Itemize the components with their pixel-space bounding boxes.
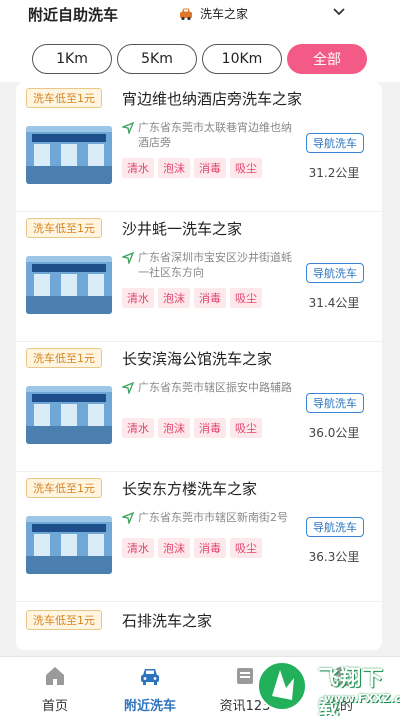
top-header: 附近自助洗车 洗车之家 bbox=[0, 0, 400, 30]
station-name: 石排洗车之家 bbox=[122, 612, 213, 630]
station-address-text: 广东省东莞市辖区振安中路辅路 bbox=[138, 381, 292, 394]
station-photo bbox=[26, 256, 112, 314]
station-photo bbox=[26, 386, 112, 444]
service-tag: 消毒 bbox=[194, 418, 226, 438]
service-tags: 清水 泡沫 消毒 吸尘 bbox=[122, 288, 262, 308]
service-tag: 消毒 bbox=[194, 158, 226, 178]
service-tag: 吸尘 bbox=[230, 538, 262, 558]
navigate-wash-button[interactable]: 导航洗车 bbox=[306, 133, 364, 153]
station-item[interactable]: 洗车低至1元 沙井蚝一洗车之家 广东省深圳市宝安区沙井街道蚝一社区东方向 清水 … bbox=[16, 212, 382, 342]
service-tag: 吸尘 bbox=[230, 288, 262, 308]
watermark-url: www.FXXZ.com bbox=[324, 692, 400, 705]
tab-label: 附近洗车 bbox=[123, 699, 176, 714]
station-address: 广东省深圳市宝安区沙井街道蚝一社区东方向 bbox=[122, 250, 302, 280]
service-tag: 清水 bbox=[122, 288, 154, 308]
service-tag: 吸尘 bbox=[230, 418, 262, 438]
service-tags: 清水 泡沫 消毒 吸尘 bbox=[122, 538, 262, 558]
service-tag: 泡沫 bbox=[158, 538, 190, 558]
station-address-text: 广东省深圳市宝安区沙井街道蚝一社区东方向 bbox=[138, 251, 292, 279]
promo-badge: 洗车低至1元 bbox=[26, 478, 102, 498]
station-address-text: 广东省东莞市太联巷宵边维也纳酒店旁 bbox=[138, 121, 292, 149]
filter-chip-1km[interactable]: 1Km bbox=[32, 44, 112, 74]
station-item[interactable]: 洗车低至1元 长安东方楼洗车之家 广东省东莞市市辖区新南街2号 清水 泡沫 消毒… bbox=[16, 472, 382, 602]
distance-filter-bar: 1Km 5Km 10Km 全部 bbox=[0, 30, 400, 82]
store-selector[interactable]: 洗车之家 bbox=[178, 5, 248, 22]
station-distance: 36.0公里 bbox=[308, 426, 360, 440]
station-list: 洗车低至1元 宵边维也纳酒店旁洗车之家 广东省东莞市太联巷宵边维也纳酒店旁 清水… bbox=[16, 82, 382, 650]
station-distance: 31.2公里 bbox=[308, 166, 360, 180]
station-photo bbox=[26, 516, 112, 574]
station-address-text: 广东省东莞市市辖区新南街2号 bbox=[138, 511, 288, 524]
station-name: 长安滨海公馆洗车之家 bbox=[122, 350, 273, 368]
station-photo bbox=[26, 126, 112, 184]
station-item[interactable]: 洗车低至1元 长安滨海公馆洗车之家 广东省东莞市辖区振安中路辅路 清水 泡沫 消… bbox=[16, 342, 382, 472]
service-tag: 吸尘 bbox=[230, 158, 262, 178]
filter-chip-10km[interactable]: 10Km bbox=[202, 44, 282, 74]
service-tag: 泡沫 bbox=[158, 418, 190, 438]
promo-badge: 洗车低至1元 bbox=[26, 348, 102, 368]
service-tag: 消毒 bbox=[194, 538, 226, 558]
service-tags: 清水 泡沫 消毒 吸尘 bbox=[122, 418, 262, 438]
station-name: 长安东方楼洗车之家 bbox=[122, 480, 258, 498]
station-item[interactable]: 洗车低至1元 宵边维也纳酒店旁洗车之家 广东省东莞市太联巷宵边维也纳酒店旁 清水… bbox=[16, 82, 382, 212]
navigation-arrow-icon bbox=[122, 252, 134, 264]
station-distance: 31.4公里 bbox=[308, 296, 360, 310]
promo-badge: 洗车低至1元 bbox=[26, 610, 102, 630]
promo-badge: 洗车低至1元 bbox=[26, 88, 102, 108]
navigate-wash-button[interactable]: 导航洗车 bbox=[306, 393, 364, 413]
watermark-text: 飞翔下载 bbox=[318, 666, 384, 716]
station-address: 广东省东莞市市辖区新南街2号 bbox=[122, 510, 302, 525]
service-tag: 清水 bbox=[122, 418, 154, 438]
service-tag: 清水 bbox=[122, 538, 154, 558]
navigation-arrow-icon bbox=[122, 122, 134, 134]
tab-nearby-wash[interactable]: 附近洗车 bbox=[105, 657, 195, 716]
navigate-wash-button[interactable]: 导航洗车 bbox=[306, 517, 364, 537]
promo-badge: 洗车低至1元 bbox=[26, 218, 102, 238]
page-title: 附近自助洗车 bbox=[28, 6, 119, 24]
navigation-arrow-icon bbox=[122, 382, 134, 394]
filter-chip-all[interactable]: 全部 bbox=[287, 44, 367, 74]
tab-home[interactable]: 首页 bbox=[10, 657, 100, 716]
filter-chip-5km[interactable]: 5Km bbox=[117, 44, 197, 74]
tab-label: 首页 bbox=[41, 699, 68, 714]
service-tags: 清水 泡沫 消毒 吸尘 bbox=[122, 158, 262, 178]
station-name: 沙井蚝一洗车之家 bbox=[122, 220, 243, 238]
store-selector-label: 洗车之家 bbox=[200, 7, 249, 21]
station-distance: 36.3公里 bbox=[308, 550, 360, 564]
navigate-wash-button[interactable]: 导航洗车 bbox=[306, 263, 364, 283]
service-tag: 清水 bbox=[122, 158, 154, 178]
navigation-arrow-icon bbox=[122, 512, 134, 524]
station-name: 宵边维也纳酒店旁洗车之家 bbox=[122, 90, 303, 108]
chevron-down-icon[interactable] bbox=[332, 7, 346, 17]
station-address: 广东省东莞市辖区振安中路辅路 bbox=[122, 380, 302, 395]
home-icon bbox=[46, 667, 64, 685]
service-tag: 泡沫 bbox=[158, 158, 190, 178]
station-item[interactable]: 洗车低至1元 石排洗车之家 bbox=[16, 602, 382, 650]
car-icon bbox=[180, 8, 192, 20]
service-tag: 消毒 bbox=[194, 288, 226, 308]
car-icon bbox=[141, 669, 159, 685]
station-address: 广东省东莞市太联巷宵边维也纳酒店旁 bbox=[122, 120, 302, 150]
service-tag: 泡沫 bbox=[158, 288, 190, 308]
